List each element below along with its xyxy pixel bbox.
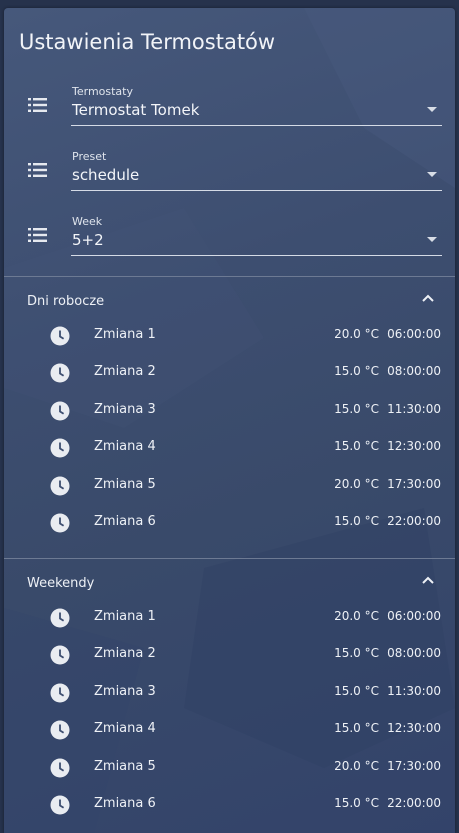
shift-temperature: 15.0 °C	[334, 721, 379, 735]
shift-temperature: 15.0 °C	[334, 684, 379, 698]
week-select[interactable]: Week 5+2	[71, 215, 442, 256]
shift-temperature: 15.0 °C	[334, 439, 379, 453]
shift-name: Zmiana 1	[94, 327, 156, 342]
preset-select-row: Preset schedule	[4, 150, 455, 198]
shift-time: 12:30:00	[387, 439, 441, 453]
shift-name: Zmiana 5	[94, 477, 156, 492]
list-icon	[28, 228, 47, 242]
shift-temperature: 15.0 °C	[334, 402, 379, 416]
dropdown-arrow-icon	[427, 172, 437, 177]
shift-row[interactable]: Zmiana 3 15.0 °C 11:30:00	[4, 397, 455, 429]
shift-temperature: 20.0 °C	[334, 759, 379, 773]
shift-row[interactable]: Zmiana 6 15.0 °C 22:00:00	[4, 791, 455, 823]
shift-row[interactable]: Zmiana 4 15.0 °C 12:30:00	[4, 434, 455, 466]
thermostat-select-label: Termostaty	[72, 85, 133, 98]
shift-row[interactable]: Zmiana 6 15.0 °C 22:00:00	[4, 509, 455, 541]
dropdown-arrow-icon	[427, 107, 437, 112]
shift-row[interactable]: Zmiana 4 15.0 °C 12:30:00	[4, 716, 455, 748]
chevron-up-icon	[422, 576, 434, 584]
week-select-label: Week	[72, 215, 103, 228]
shift-temperature: 15.0 °C	[334, 514, 379, 528]
thermostat-select-value: Termostat Tomek	[72, 101, 200, 119]
shift-name: Zmiana 3	[94, 684, 156, 699]
thermostat-settings-card: Ustawienia Termostatów Termostaty Termos…	[4, 8, 455, 833]
section-divider	[4, 276, 455, 277]
list-icon	[28, 98, 47, 112]
weekend-section-header[interactable]: Weekendy	[4, 571, 455, 599]
shift-row[interactable]: Zmiana 5 20.0 °C 17:30:00	[4, 754, 455, 786]
shift-name: Zmiana 1	[94, 609, 156, 624]
shift-time: 22:00:00	[387, 796, 441, 810]
shift-row[interactable]: Zmiana 2 15.0 °C 08:00:00	[4, 641, 455, 673]
preset-select-value: schedule	[72, 166, 140, 184]
list-icon	[28, 163, 47, 177]
shift-name: Zmiana 4	[94, 721, 156, 736]
shift-name: Zmiana 5	[94, 759, 156, 774]
shift-temperature: 15.0 °C	[334, 646, 379, 660]
shift-row[interactable]: Zmiana 1 20.0 °C 06:00:00	[4, 604, 455, 636]
preset-select[interactable]: Preset schedule	[71, 150, 442, 191]
weekend-section-title: Weekendy	[27, 576, 95, 591]
preset-select-label: Preset	[72, 150, 107, 163]
shift-time: 06:00:00	[387, 327, 441, 341]
shift-name: Zmiana 6	[94, 796, 156, 811]
clock-icon	[50, 720, 70, 740]
dropdown-arrow-icon	[427, 237, 437, 242]
shift-time: 17:30:00	[387, 759, 441, 773]
shift-time: 22:00:00	[387, 514, 441, 528]
shift-time: 11:30:00	[387, 684, 441, 698]
thermostat-select[interactable]: Termostaty Termostat Tomek	[71, 85, 442, 126]
shift-temperature: 15.0 °C	[334, 796, 379, 810]
shift-name: Zmiana 3	[94, 402, 156, 417]
shift-time: 08:00:00	[387, 646, 441, 660]
shift-time: 12:30:00	[387, 721, 441, 735]
week-select-row: Week 5+2	[4, 215, 455, 263]
clock-icon	[50, 438, 70, 458]
shift-row[interactable]: Zmiana 2 15.0 °C 08:00:00	[4, 359, 455, 391]
shift-row[interactable]: Zmiana 3 15.0 °C 11:30:00	[4, 679, 455, 711]
card-title: Ustawienia Termostatów	[19, 30, 276, 54]
shift-name: Zmiana 2	[94, 364, 156, 379]
clock-icon	[50, 476, 70, 496]
clock-icon	[50, 795, 70, 815]
section-divider	[4, 558, 455, 559]
shift-name: Zmiana 2	[94, 646, 156, 661]
workdays-section-header[interactable]: Dni robocze	[4, 289, 455, 317]
clock-icon	[50, 326, 70, 346]
shift-temperature: 20.0 °C	[334, 327, 379, 341]
shift-row[interactable]: Zmiana 1 20.0 °C 06:00:00	[4, 322, 455, 354]
clock-icon	[50, 401, 70, 421]
shift-time: 17:30:00	[387, 477, 441, 491]
clock-icon	[50, 683, 70, 703]
shift-temperature: 15.0 °C	[334, 364, 379, 378]
week-select-value: 5+2	[72, 231, 104, 249]
workdays-section-title: Dni robocze	[27, 294, 105, 309]
shift-temperature: 20.0 °C	[334, 609, 379, 623]
chevron-up-icon	[422, 294, 434, 302]
shift-time: 08:00:00	[387, 364, 441, 378]
shift-row[interactable]: Zmiana 5 20.0 °C 17:30:00	[4, 472, 455, 504]
thermostat-select-row: Termostaty Termostat Tomek	[4, 85, 455, 133]
shift-temperature: 20.0 °C	[334, 477, 379, 491]
shift-time: 11:30:00	[387, 402, 441, 416]
clock-icon	[50, 608, 70, 628]
shift-name: Zmiana 4	[94, 439, 156, 454]
clock-icon	[50, 645, 70, 665]
clock-icon	[50, 513, 70, 533]
clock-icon	[50, 758, 70, 778]
shift-time: 06:00:00	[387, 609, 441, 623]
shift-name: Zmiana 6	[94, 514, 156, 529]
clock-icon	[50, 363, 70, 383]
